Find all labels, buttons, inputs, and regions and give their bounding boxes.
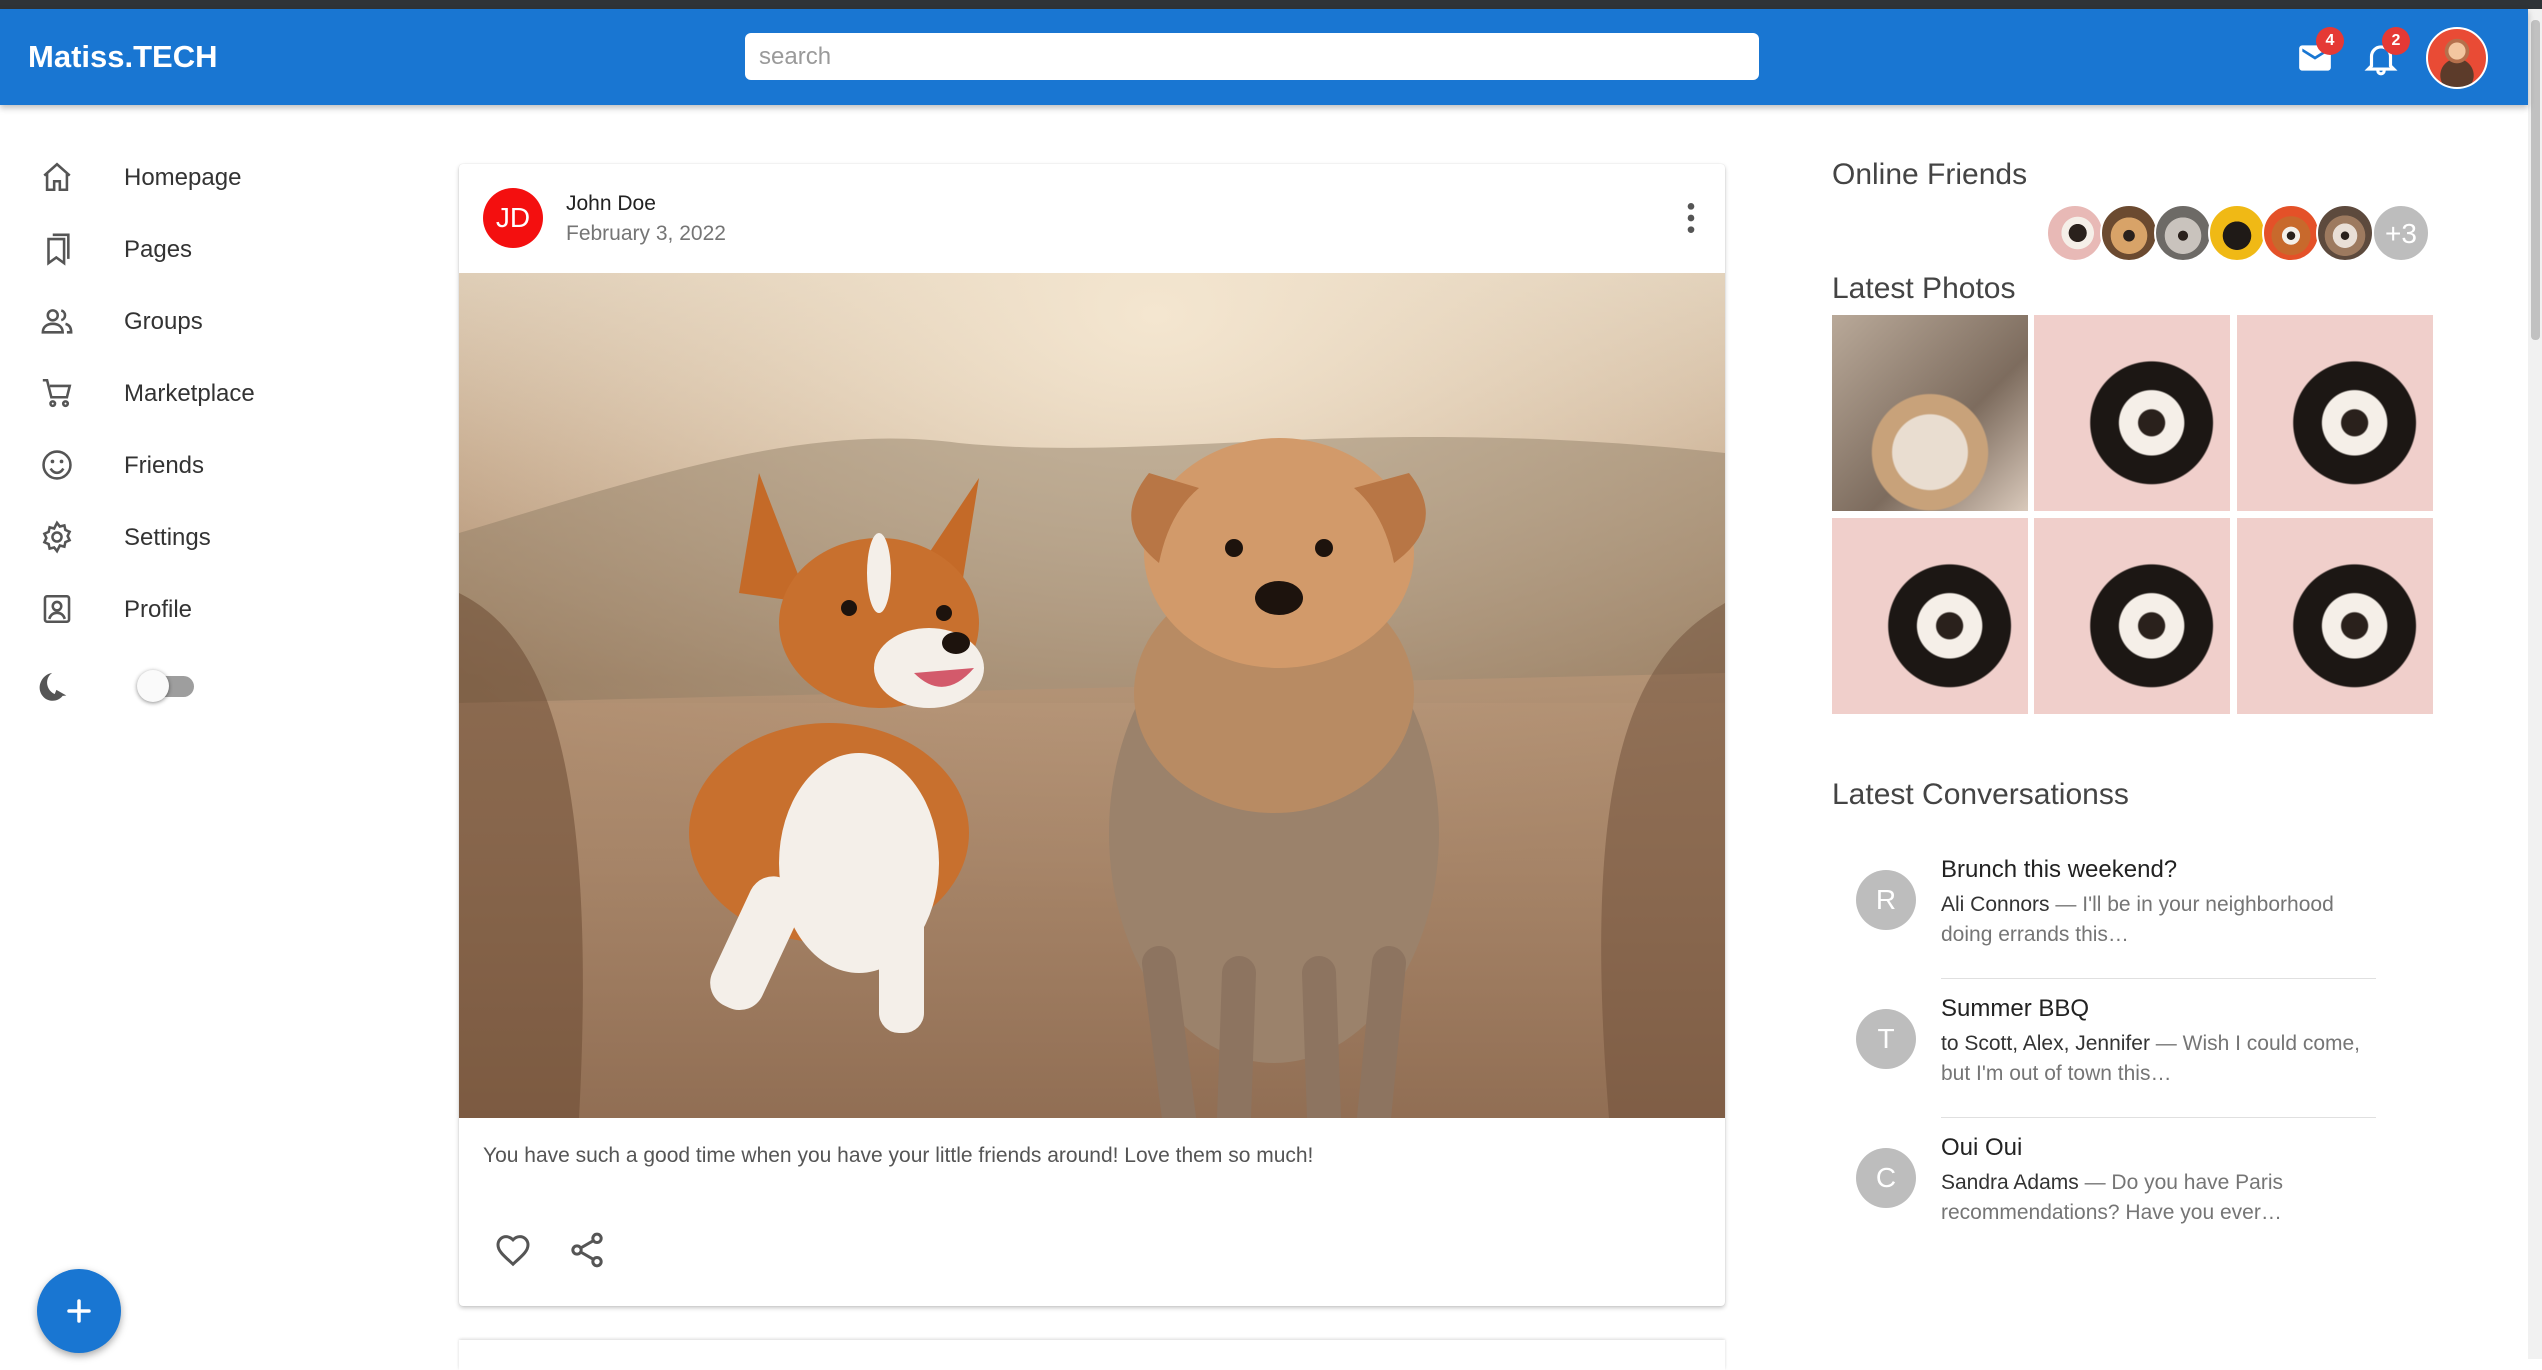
notifications-badge: 2 [2382,27,2410,55]
sidebar-item-label: Homepage [124,164,242,191]
post-author-avatar[interactable]: JD [483,188,543,248]
latest-photo[interactable] [2237,315,2433,511]
more-friends-count[interactable]: +3 [2372,204,2430,262]
next-post-card [459,1340,1725,1370]
conversation-sender: Sandra Adams [1941,1171,2079,1194]
post-card: JD John Doe February 3, 2022 You have su… [459,164,1725,1306]
add-button[interactable] [37,1269,121,1353]
browser-top-strip [0,0,2542,9]
conversation-preview: Sandra Adams — Do you have Paris recomme… [1941,1168,2371,1228]
conversation-preview: to Scott, Alex, Jennifer — Wish I could … [1941,1029,2371,1089]
online-friend-avatar[interactable] [2262,204,2320,262]
conversation-sender: to Scott, Alex, Jennifer [1941,1032,2150,1055]
sidebar-item-label: Marketplace [124,380,255,407]
sidebar-item-profile[interactable]: Profile [0,578,400,638]
divider [1941,1117,2376,1118]
conversation-item[interactable]: T Summer BBQ to Scott, Alex, Jennifer — … [1856,995,2376,1134]
conversation-avatar: R [1856,870,1916,930]
app-logo[interactable]: Matiss.TECH [28,39,217,75]
conversation-avatar: T [1856,1009,1916,1069]
online-friends-title: Online Friends [1832,158,2028,191]
post-author[interactable]: John Doe [566,192,656,216]
conversation-preview: Ali Connors — I'll be in your neighborho… [1941,890,2371,950]
post-image [459,273,1725,1118]
sidebar-item-pages[interactable]: Pages [0,218,400,278]
moon-icon [39,672,67,701]
online-friend-avatar[interactable] [2046,204,2104,262]
search-input[interactable] [745,33,1759,80]
latest-photo[interactable] [1832,315,2028,511]
latest-photos-title: Latest Photos [1832,272,2016,305]
conversation-item[interactable]: C Oui Oui Sandra Adams — Do you have Par… [1856,1134,2376,1273]
conversation-avatar: C [1856,1148,1916,1208]
latest-photo[interactable] [1832,518,2028,714]
dark-mode-toggle[interactable] [137,670,169,702]
groups-icon [41,309,73,334]
mail-badge: 4 [2316,27,2344,55]
plus-icon [67,1299,91,1323]
profile-icon [43,594,71,624]
conversation-sender: Ali Connors [1941,893,2050,916]
gear-icon [42,520,72,554]
online-friend-avatar[interactable] [2316,204,2374,262]
conversation-title: Summer BBQ [1941,995,2090,1022]
online-friend-avatar[interactable] [2208,204,2266,262]
latest-photo[interactable] [2034,315,2230,511]
sidebar-item-label: Pages [124,236,193,263]
smiley-icon [42,450,72,480]
online-friend-avatar[interactable] [2154,204,2212,262]
mail-button[interactable]: 4 [2296,27,2344,77]
app-bar: Matiss.TECH 4 2 [0,9,2528,105]
scrollbar-thumb[interactable] [2531,20,2540,340]
conversation-title: Oui Oui [1941,1134,2023,1161]
bookmarks-icon [47,233,70,266]
latest-conversations-title: Latest Conversationss [1832,778,2129,811]
sidebar-item-label: Groups [124,308,203,335]
divider [1941,978,2376,979]
dogs-photo [459,273,1725,1118]
latest-photo[interactable] [2237,518,2433,714]
sidebar-item-homepage[interactable]: Homepage [0,146,400,206]
sidebar-item-label: Settings [124,524,211,551]
home-icon [43,162,71,192]
more-options-icon[interactable] [1671,198,1711,238]
sidebar-item-label: Friends [124,452,205,479]
sidebar-item-settings[interactable]: Settings [0,506,400,566]
conversation-title: Brunch this weekend? [1941,856,2178,883]
conversation-item[interactable]: R Brunch this weekend? Ali Connors — I'l… [1856,856,2376,995]
share-icon[interactable] [567,1230,607,1270]
user-avatar[interactable] [2426,27,2488,89]
online-friend-avatar[interactable] [2100,204,2158,262]
latest-photo[interactable] [2034,518,2230,714]
sidebar-item-groups[interactable]: Groups [0,290,400,350]
post-date: February 3, 2022 [566,222,726,245]
notifications-button[interactable]: 2 [2362,27,2410,77]
cart-icon [42,378,72,408]
post-text: You have such a good time when you have … [483,1144,1314,1167]
sidebar-item-label: Profile [124,596,193,623]
heart-icon[interactable] [493,1230,533,1270]
sidebar-item-friends[interactable]: Friends [0,434,400,494]
sidebar-item-marketplace[interactable]: Marketplace [0,362,400,422]
